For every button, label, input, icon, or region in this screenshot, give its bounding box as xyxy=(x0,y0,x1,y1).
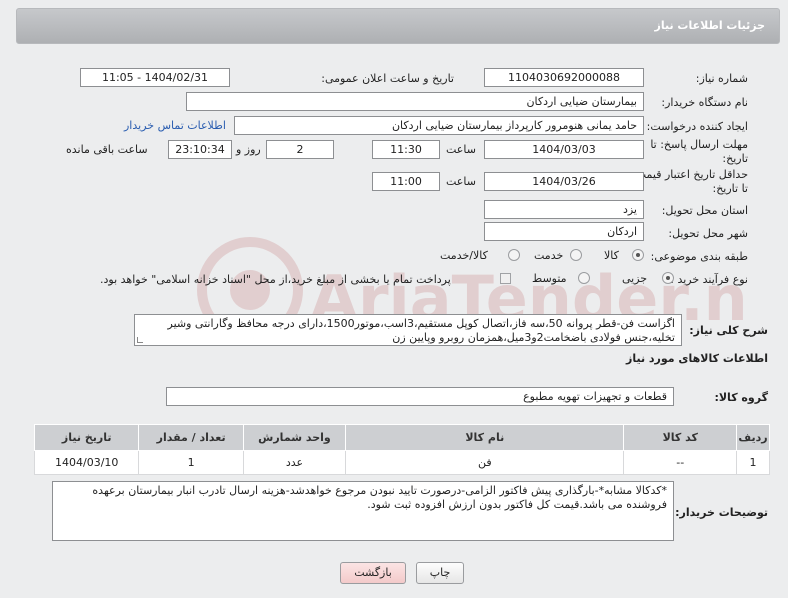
goods-section-title: اطلاعات کالاهای مورد نیاز xyxy=(626,352,768,365)
cell-code: -- xyxy=(623,450,738,475)
process-label: نوع فرآیند خرید : xyxy=(670,273,748,286)
treasury-payment-note: پرداخت تمام یا بخشی از مبلغ خرید،از محل … xyxy=(100,273,451,286)
category-radio-goods-service[interactable] xyxy=(508,249,520,261)
category-radio-goods[interactable] xyxy=(632,249,644,261)
column-header-quantity: تعداد / مقدار xyxy=(138,424,244,451)
process-option-medium: متوسط xyxy=(532,272,567,285)
cell-unit: عدد xyxy=(242,450,347,475)
back-button[interactable]: بازگشت xyxy=(340,562,406,584)
price-validity-label: حداقل تاریخ اعتبار قیمت: xyxy=(632,168,748,181)
requester-label: ایجاد کننده درخواست: xyxy=(646,120,748,133)
category-option-goods: کالا xyxy=(604,249,619,262)
need-number-field: 1104030692000088 xyxy=(484,68,644,87)
price-validity-label-date: تا تاریخ: xyxy=(712,182,748,195)
city-label: شهر محل تحویل: xyxy=(668,227,748,240)
process-radio-minor[interactable] xyxy=(662,272,674,284)
reply-date-field: 1404/03/03 xyxy=(484,140,644,159)
cell-name: فن xyxy=(345,450,625,475)
process-option-minor: جزیی xyxy=(622,272,648,285)
page-title: جزئیات اطلاعات نیاز xyxy=(654,19,766,32)
resize-grip-icon[interactable] xyxy=(137,337,143,343)
reply-time-label: ساعت xyxy=(446,143,476,156)
column-header-row: ردیف xyxy=(736,424,770,451)
announce-label: تاریخ و ساعت اعلان عمومی: xyxy=(321,72,454,85)
header-bar: جزئیات اطلاعات نیاز xyxy=(16,8,780,44)
remaining-time-label: ساعت باقی مانده xyxy=(66,143,148,156)
print-button[interactable]: چاپ xyxy=(416,562,464,584)
description-textarea: اگزاست فن-قطر پروانه 50،سه فاز،اتصال کوپ… xyxy=(134,314,682,346)
contact-info-link[interactable]: اطلاعات تماس خریدار xyxy=(124,119,226,132)
process-radio-medium[interactable] xyxy=(578,272,590,284)
province-label: استان محل تحویل: xyxy=(661,204,748,217)
category-option-service: خدمت xyxy=(534,249,564,262)
table-row: 1 -- فن عدد 1 1404/03/10 xyxy=(33,450,770,475)
reply-time-field: 11:30 xyxy=(372,140,440,159)
category-option-goods-service: کالا/خدمت xyxy=(440,249,488,262)
goods-group-label: گروه کالا: xyxy=(714,391,768,404)
days-field: 2 xyxy=(266,140,334,159)
remaining-time-field: 23:10:34 xyxy=(168,140,232,159)
price-time-label: ساعت xyxy=(446,175,476,188)
buyer-notes-label: توضیحات خریدار: xyxy=(675,506,768,519)
category-label: طبقه بندی موضوعی: xyxy=(650,250,748,263)
price-date-field: 1404/03/26 xyxy=(484,172,644,191)
description-text: اگزاست فن-قطر پروانه 50،سه فاز،اتصال کوپ… xyxy=(167,317,675,344)
column-header-code: کد کالا xyxy=(623,424,738,451)
column-header-name: نام کالا xyxy=(345,424,625,451)
column-header-date: تاریخ نیاز xyxy=(33,424,140,451)
buyer-notes-textarea: *کدکالا مشابه*-بارگذاری پیش فاکتور الزام… xyxy=(52,481,674,541)
announce-datetime-field: 1404/02/31 - 11:05 xyxy=(80,68,230,87)
buyer-org-field: بیمارستان ضیایی اردکان xyxy=(186,92,644,111)
buyer-notes-text: *کدکالا مشابه*-بارگذاری پیش فاکتور الزام… xyxy=(92,484,667,511)
province-field: یزد xyxy=(484,200,644,219)
cell-quantity: 1 xyxy=(138,450,244,475)
description-label: شرح کلی نیاز: xyxy=(689,324,768,337)
treasury-payment-checkbox[interactable] xyxy=(500,273,511,284)
days-label: روز و xyxy=(236,143,261,156)
cell-date: 1404/03/10 xyxy=(33,450,140,475)
price-time-field: 11:00 xyxy=(372,172,440,191)
category-radio-service[interactable] xyxy=(570,249,582,261)
need-number-label: شماره نیاز: xyxy=(695,72,748,85)
goods-table: ردیف کد کالا نام کالا واحد شمارش تعداد /… xyxy=(33,424,770,475)
city-field: اردکان xyxy=(484,222,644,241)
reply-deadline-label: مهلت ارسال پاسخ: تا xyxy=(650,138,748,151)
requester-field: حامد یمانی هنومرور کارپرداز بیمارستان ضی… xyxy=(234,116,644,135)
goods-group-field: قطعات و تجهیزات تهویه مطبوع xyxy=(166,387,674,406)
cell-row: 1 xyxy=(736,450,770,475)
column-header-unit: واحد شمارش xyxy=(242,424,347,451)
table-header-row: ردیف کد کالا نام کالا واحد شمارش تعداد /… xyxy=(33,424,770,451)
reply-deadline-label-date: تاریخ: xyxy=(722,152,748,165)
buyer-org-label: نام دستگاه خریدار: xyxy=(661,96,748,109)
